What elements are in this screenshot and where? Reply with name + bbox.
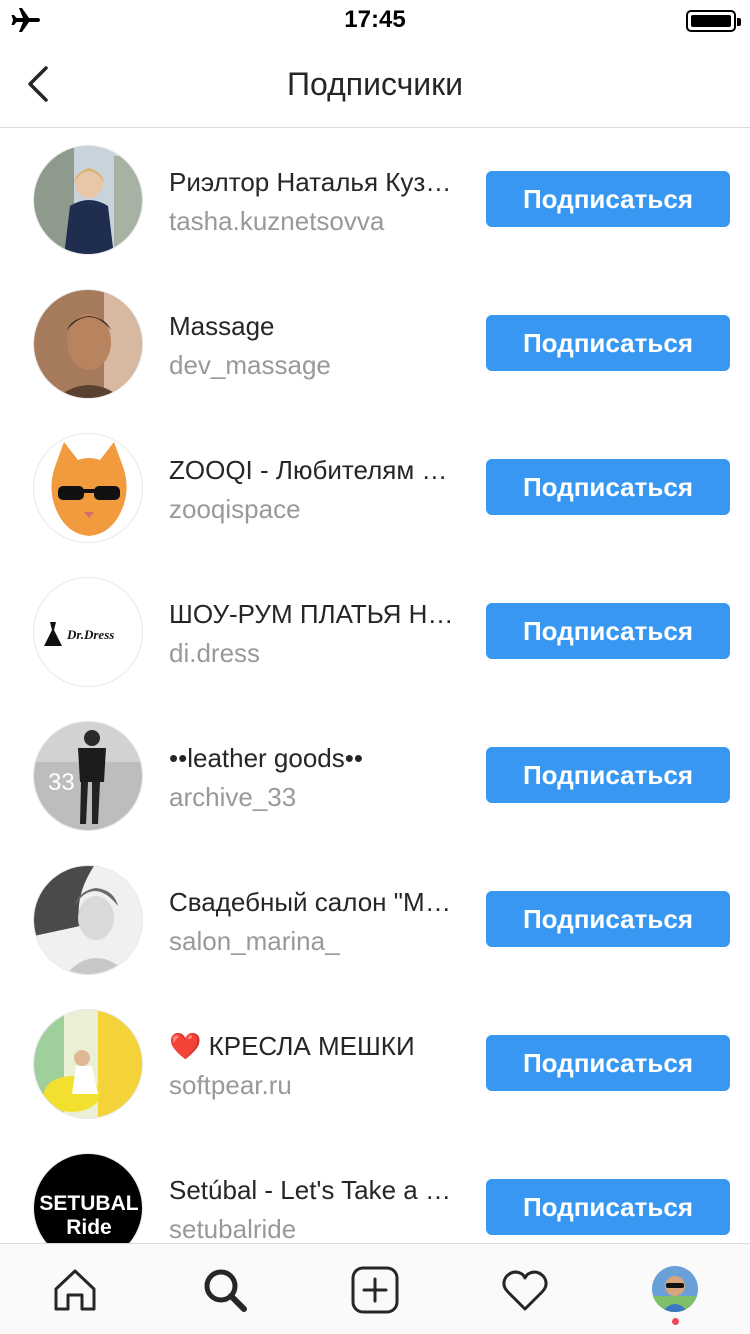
follow-button[interactable]: Подписаться <box>486 603 730 659</box>
svg-text:SETUBAL: SETUBAL <box>39 1192 138 1215</box>
svg-text:Dr.Dress: Dr.Dress <box>66 627 114 642</box>
avatar[interactable] <box>33 289 143 399</box>
follower-name[interactable]: Свадебный салон "Марина" <box>169 887 464 918</box>
follower-name[interactable]: ШОУ-РУМ ПЛАТЬЯ НАПРОКАТ <box>169 599 464 630</box>
home-icon <box>54 1269 96 1311</box>
follower-row[interactable]: Dr.Dress ШОУ-РУМ ПЛАТЬЯ НАПРОКАТ di.dres… <box>0 561 750 705</box>
follow-button[interactable]: Подписаться <box>486 747 730 803</box>
follow-button[interactable]: Подписаться <box>486 1035 730 1091</box>
tab-activity[interactable] <box>450 1244 600 1334</box>
tab-home[interactable] <box>0 1244 150 1334</box>
page-title: Подписчики <box>286 66 464 102</box>
bottom-tab-bar <box>0 1243 750 1334</box>
svg-text:33: 33 <box>48 769 75 796</box>
svg-text:Ride: Ride <box>66 1216 112 1239</box>
battery-icon <box>686 10 741 32</box>
follow-button[interactable]: Подписаться <box>486 315 730 371</box>
avatar[interactable]: SETUBAL Ride <box>33 1153 143 1243</box>
activity-heart-icon <box>502 1270 548 1311</box>
follower-username[interactable]: zooqispace <box>169 494 464 525</box>
follower-username[interactable]: softpear.ru <box>169 1070 464 1101</box>
avatar[interactable] <box>33 145 143 255</box>
follower-name[interactable]: ••leather goods•• <box>169 743 464 774</box>
tab-profile[interactable] <box>600 1244 750 1334</box>
follow-button[interactable]: Подписаться <box>486 171 730 227</box>
avatar[interactable]: 33 <box>33 721 143 831</box>
follower-name[interactable]: Massage <box>169 311 464 342</box>
profile-avatar <box>652 1266 698 1312</box>
avatar[interactable] <box>33 865 143 975</box>
notification-dot <box>672 1318 679 1325</box>
new-post-icon <box>351 1266 399 1314</box>
follower-row[interactable]: SETUBAL Ride Setúbal - Let's Take a Ride… <box>0 1137 750 1243</box>
tab-new-post[interactable] <box>300 1244 450 1334</box>
follower-row[interactable]: Свадебный салон "Марина" salon_marina_ П… <box>0 849 750 993</box>
follow-button[interactable]: Подписаться <box>486 459 730 515</box>
navigation-bar: Подписчики <box>0 40 750 128</box>
search-icon <box>204 1269 247 1312</box>
follower-row[interactable]: Massage dev_massage Подписаться <box>0 273 750 417</box>
tab-search[interactable] <box>150 1244 300 1334</box>
follower-username[interactable]: tasha.kuznetsovva <box>169 206 464 237</box>
follower-username[interactable]: setubalride <box>169 1214 464 1243</box>
followers-list[interactable]: Риэлтор Наталья Кузнецова tasha.kuznetso… <box>0 129 750 1243</box>
follower-username[interactable]: salon_marina_ <box>169 926 464 957</box>
follower-username[interactable]: di.dress <box>169 638 464 669</box>
follower-row[interactable]: Риэлтор Наталья Кузнецова tasha.kuznetso… <box>0 129 750 273</box>
follower-row[interactable]: ZOOQI - Любителям животных zooqispace По… <box>0 417 750 561</box>
follower-name[interactable]: ❤️ КРЕСЛА МЕШКИ <box>169 1031 464 1062</box>
follow-button[interactable]: Подписаться <box>486 891 730 947</box>
follower-name[interactable]: ZOOQI - Любителям животных <box>169 455 464 486</box>
follower-username[interactable]: archive_33 <box>169 782 464 813</box>
follower-row[interactable]: 33 ••leather goods•• archive_33 Подписат… <box>0 705 750 849</box>
clock: 17:45 <box>344 6 406 33</box>
follower-name[interactable]: Setúbal - Let's Take a Ride <box>169 1175 464 1206</box>
follower-name[interactable]: Риэлтор Наталья Кузнецова <box>169 167 464 198</box>
status-bar: 17:45 <box>0 0 750 40</box>
follower-row[interactable]: ❤️ КРЕСЛА МЕШКИ softpear.ru Подписаться <box>0 993 750 1137</box>
avatar[interactable]: Dr.Dress <box>33 577 143 687</box>
avatar[interactable] <box>33 1009 143 1119</box>
avatar[interactable] <box>33 433 143 543</box>
follower-username[interactable]: dev_massage <box>169 350 464 381</box>
follow-button[interactable]: Подписаться <box>486 1179 730 1235</box>
